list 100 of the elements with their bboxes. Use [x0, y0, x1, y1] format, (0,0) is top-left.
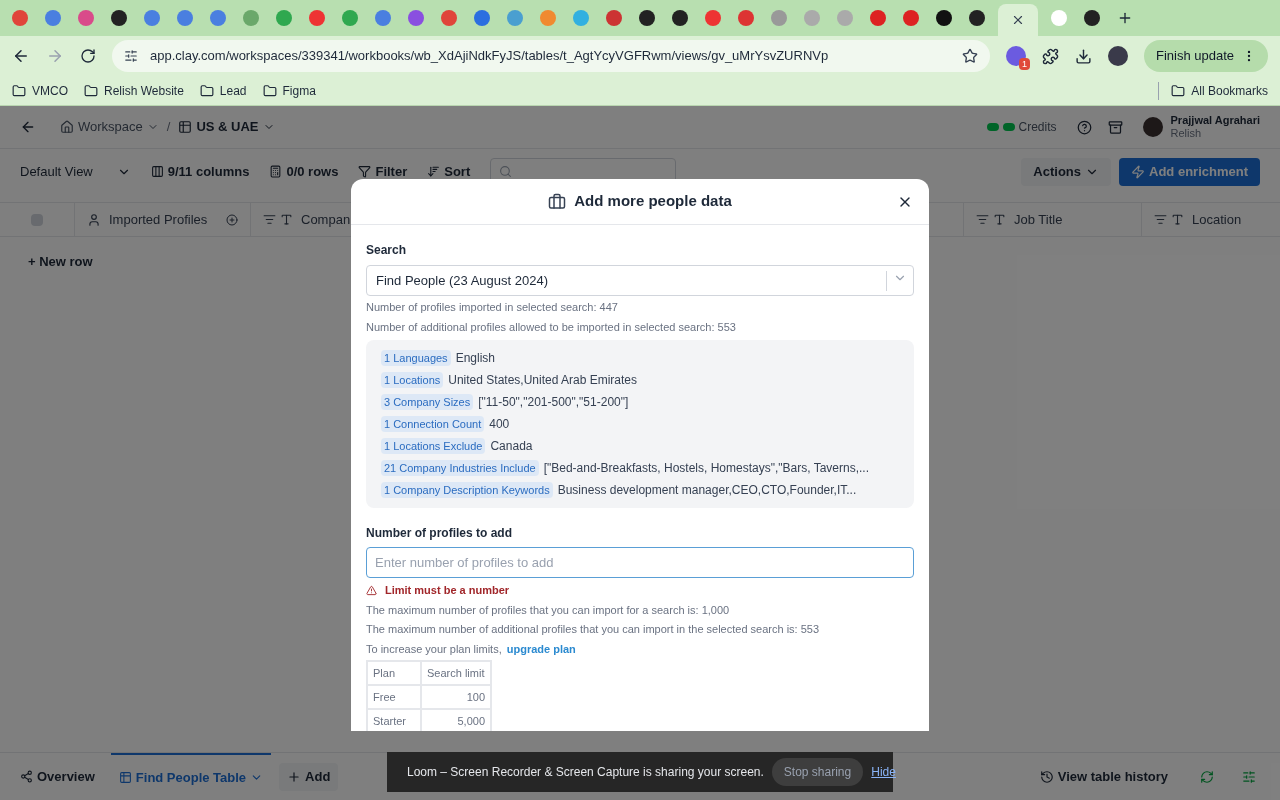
sort-button[interactable]: Sort	[444, 161, 471, 182]
download-icon[interactable]	[1074, 47, 1092, 65]
user-avatar[interactable]	[1142, 117, 1163, 137]
tab-favicon-icon	[804, 10, 820, 26]
column-header[interactable]: Job Title	[963, 203, 1141, 236]
person-icon	[87, 212, 101, 227]
close-icon[interactable]	[1011, 13, 1025, 27]
add-sheet-button[interactable]: Add	[279, 762, 339, 791]
view-selector[interactable]: Default View	[20, 161, 93, 182]
sheet-tab[interactable]: Overview	[12, 753, 103, 800]
archive-icon[interactable]	[1107, 119, 1123, 135]
limit-text: The maximum number of profiles that you can import for a search is: 1,000	[366, 602, 731, 618]
list-icon	[1154, 213, 1167, 226]
upgrade-text: To increase your plan limits,	[366, 641, 502, 657]
folder-icon	[199, 83, 214, 98]
rows-button[interactable]: 0/0 rows	[286, 161, 339, 182]
table-header-cell: Search limit	[421, 661, 491, 685]
bookmark-item[interactable]: Lead	[219, 81, 247, 100]
briefcase-icon	[548, 192, 567, 211]
folder-icon	[84, 83, 98, 98]
density-icon[interactable]	[1242, 769, 1256, 784]
back-arrow-icon[interactable]	[20, 119, 36, 135]
reload-icon[interactable]	[80, 48, 96, 64]
filter-tag: 21 Company Industries Include	[381, 459, 539, 477]
bookmark-item[interactable]: VMCO	[32, 81, 68, 100]
add-enrichment-button[interactable]: Add enrichment	[1119, 157, 1260, 186]
workbook-link[interactable]: US & UAE	[196, 117, 259, 137]
filter-button[interactable]: Filter	[375, 161, 408, 182]
dialog-title: Add more people data	[574, 191, 732, 212]
list-icon	[263, 213, 276, 226]
upgrade-plan-link[interactable]: upgrade plan	[506, 640, 576, 657]
table-header-cell: Plan	[367, 661, 421, 685]
back-icon[interactable]	[12, 47, 30, 65]
profiles-count-input[interactable]: Enter number of profiles to add	[366, 547, 914, 578]
column-header[interactable]: Compan	[250, 203, 350, 236]
filter-tag: 1 Company Description Keywords	[381, 481, 553, 499]
tab-favicon-icon	[309, 10, 325, 26]
search-select[interactable]: Find People (23 August 2024)	[366, 265, 914, 296]
add-column-icon[interactable]	[226, 213, 238, 226]
tab-favicon-icon	[903, 10, 919, 26]
new-row-button[interactable]: + New row	[28, 254, 93, 269]
tab-favicon-icon	[837, 10, 853, 26]
hide-link[interactable]: Hide	[871, 763, 896, 781]
filter-value: 400	[489, 416, 510, 433]
bookmark-item[interactable]: Figma	[282, 81, 316, 100]
columns-button[interactable]: 9/11 columns	[167, 161, 250, 182]
columns-icon	[150, 165, 164, 178]
tab-favicon-icon	[540, 10, 556, 26]
tab-favicon-icon	[243, 10, 259, 26]
info-text: Number of profiles imported in selected search: 447	[366, 300, 619, 315]
new-tab-icon[interactable]	[1117, 10, 1133, 26]
tab-favicon-icon	[507, 10, 523, 26]
all-bookmarks[interactable]: All Bookmarks	[1191, 81, 1268, 100]
folder-icon	[12, 83, 26, 98]
workspace-link[interactable]: Workspace	[78, 117, 143, 137]
stop-sharing-button[interactable]: Stop sharing	[771, 758, 864, 786]
tab-favicon-icon	[672, 10, 688, 26]
limit-text: The maximum number of additional profiles that you can import in the selected search is: 553	[366, 622, 821, 637]
tab-favicon-icon	[111, 10, 127, 26]
column-header[interactable]: Location	[1141, 203, 1280, 236]
info-text: Number of additional profiles allowed to be imported in selected search: 553	[366, 319, 737, 335]
bookmark-star-icon[interactable]	[961, 48, 978, 64]
site-info-icon[interactable]	[124, 49, 138, 63]
filter-tag: 3 Company Sizes	[381, 393, 474, 411]
extension-badge: 1	[1018, 58, 1030, 70]
filter-tag: 1 Locations	[381, 371, 444, 389]
tab-favicon-icon	[936, 10, 952, 26]
credits-button[interactable]: Credits	[1018, 118, 1057, 136]
finish-update-button[interactable]: Finish update	[1143, 40, 1268, 72]
profile-avatar[interactable]	[1107, 46, 1128, 66]
filter-value: English	[455, 350, 495, 367]
tab-favicon-icon	[78, 10, 94, 26]
column-header[interactable]: Imported Profiles	[74, 203, 250, 236]
forward-icon[interactable]	[46, 47, 64, 65]
sheet-tab[interactable]: Find People Table	[110, 753, 272, 800]
refresh-icon[interactable]	[1200, 769, 1214, 784]
table-cell: 100	[421, 685, 491, 709]
calculator-icon	[269, 165, 283, 178]
tab-favicon-icon	[606, 10, 622, 26]
field-label: Number of profiles to add	[366, 525, 513, 542]
table-icon	[118, 771, 132, 784]
bookmark-item[interactable]: Relish Website	[104, 81, 184, 100]
help-icon[interactable]	[1076, 119, 1092, 135]
tab-favicon-icon	[408, 10, 424, 26]
folder-icon	[1171, 83, 1186, 98]
search-icon	[499, 165, 513, 178]
table-history-button[interactable]: View table history	[1057, 766, 1168, 787]
org-name: Relish	[1170, 127, 1203, 140]
error-text: Limit must be a number	[385, 583, 510, 598]
plus-icon	[287, 769, 302, 784]
filter-tag: 1 Languages	[381, 349, 451, 367]
tab-favicon-icon	[177, 10, 193, 26]
tab-favicon-icon	[474, 10, 490, 26]
actions-button[interactable]: Actions	[1021, 157, 1112, 186]
extensions-icon[interactable]	[1041, 47, 1059, 65]
folder-icon	[262, 83, 277, 98]
filter-value: United States,United Arab Emirates	[448, 372, 638, 389]
tab-favicon-icon	[1084, 10, 1100, 26]
address-bar[interactable]: app.clay.com/workspaces/339341/workbooks/wb_XdAjiNdkFyJS/tables/t_AgtYcyVGFRwm/views/gv_uMrYsvZURNVp	[112, 40, 990, 72]
tab-favicon-icon	[639, 10, 655, 26]
